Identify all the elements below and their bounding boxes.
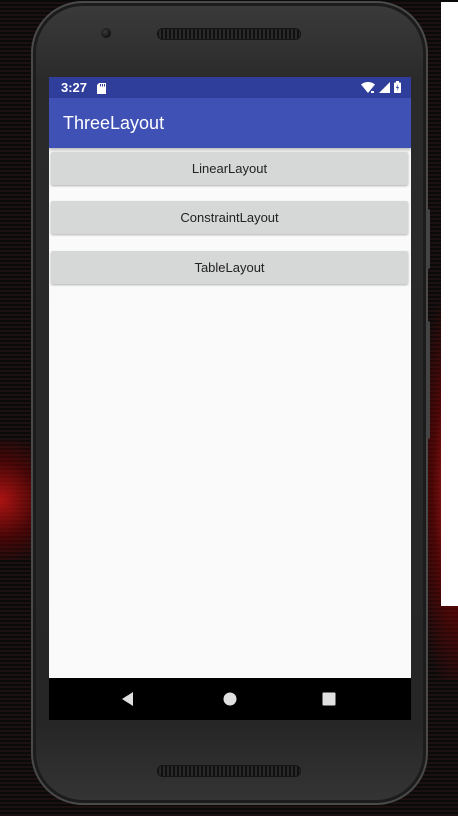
signal-icon xyxy=(379,81,390,96)
app-title: ThreeLayout xyxy=(63,113,165,133)
volume-button[interactable] xyxy=(426,321,430,439)
power-button[interactable] xyxy=(426,209,430,269)
background-window-edge xyxy=(441,2,458,606)
phone-screen: 3:27 ThreeLayout LinearLayout Constraint… xyxy=(49,77,411,720)
desktop-background: 3:27 ThreeLayout LinearLayout Constraint… xyxy=(0,0,458,816)
top-speaker-grille xyxy=(157,28,301,40)
front-camera xyxy=(101,28,111,38)
linear-layout-button[interactable]: LinearLayout xyxy=(51,152,408,185)
battery-icon xyxy=(394,81,401,96)
status-icons xyxy=(361,81,401,96)
table-layout-button[interactable]: TableLayout xyxy=(51,251,408,284)
home-icon[interactable] xyxy=(221,690,239,708)
status-time: 3:27 xyxy=(61,80,88,95)
back-icon[interactable] xyxy=(119,690,137,708)
bottom-speaker-grille xyxy=(157,765,301,777)
wifi-icon xyxy=(361,81,375,96)
sd-card-icon xyxy=(97,82,106,97)
app-toolbar: ThreeLayout xyxy=(49,98,411,148)
constraint-layout-button[interactable]: ConstraintLayout xyxy=(51,201,408,234)
navigation-bar xyxy=(49,678,411,720)
recents-icon[interactable] xyxy=(320,690,338,708)
status-bar: 3:27 xyxy=(49,77,411,98)
